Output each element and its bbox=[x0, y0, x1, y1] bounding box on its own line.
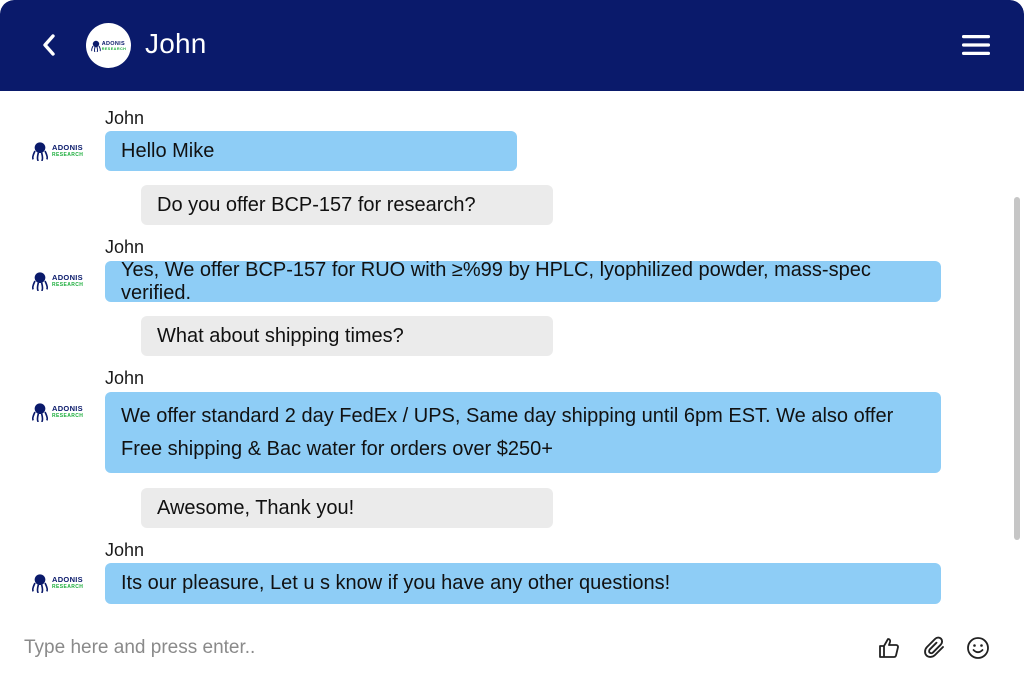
logo-word: ADONIS bbox=[52, 143, 83, 152]
logo-sub: RESEARCH bbox=[52, 152, 84, 158]
logo-sub: RESEARCH bbox=[101, 46, 127, 51]
sender-name: John bbox=[105, 108, 145, 128]
menu-button[interactable] bbox=[958, 30, 994, 60]
incoming-message: Its our pleasure, Let u s know if you ha… bbox=[105, 563, 941, 604]
incoming-message: We offer standard 2 day FedEx / UPS, Sam… bbox=[105, 392, 941, 473]
logo-sub: RESEARCH bbox=[52, 282, 84, 288]
octopus-logo-icon bbox=[31, 403, 49, 422]
company-logo: ADONIS RESEARCH bbox=[90, 40, 127, 52]
chevron-left-icon bbox=[43, 34, 55, 56]
message-list[interactable]: John ADONIS RESEARCH Hello Mike Do you o… bbox=[0, 91, 1024, 621]
logo-word: ADONIS bbox=[52, 273, 83, 282]
logo-word: ADONIS bbox=[52, 575, 83, 584]
sender-name: John bbox=[105, 368, 145, 388]
outgoing-message: Awesome, Thank you! bbox=[141, 488, 553, 528]
message-text: Its our pleasure, Let u s know if you ha… bbox=[121, 572, 671, 594]
message-text: Free shipping & Bac water for orders ove… bbox=[121, 437, 553, 460]
octopus-logo-icon bbox=[90, 40, 101, 52]
scrollbar[interactable] bbox=[1014, 197, 1020, 540]
message-text: Do you offer BCP-157 for research? bbox=[157, 193, 476, 216]
message-input[interactable] bbox=[24, 633, 844, 663]
chat-window: ADONIS RESEARCH John John ADONIS RESEARC… bbox=[0, 0, 1024, 683]
message-text: Awesome, Thank you! bbox=[157, 496, 355, 519]
message-text: Hello Mike bbox=[121, 139, 215, 162]
back-button[interactable] bbox=[32, 26, 66, 64]
logo-sub: RESEARCH bbox=[52, 584, 84, 590]
logo-word: ADONIS bbox=[52, 404, 83, 413]
octopus-logo-icon bbox=[31, 574, 49, 593]
attach-button[interactable] bbox=[922, 635, 948, 661]
sender-logo: ADONIS RESEARCH bbox=[30, 271, 90, 291]
emoji-button[interactable] bbox=[965, 635, 991, 661]
message-text: What about shipping times? bbox=[157, 324, 404, 347]
avatar[interactable]: ADONIS RESEARCH bbox=[86, 23, 131, 68]
message-text: Yes, We offer BCP-157 for RUO with ≥%99 … bbox=[121, 258, 871, 304]
octopus-logo-icon bbox=[31, 272, 49, 291]
hamburger-menu-icon bbox=[962, 35, 990, 55]
sender-name: John bbox=[105, 237, 145, 257]
logo-sub: RESEARCH bbox=[52, 413, 84, 419]
like-button[interactable] bbox=[876, 635, 902, 661]
message-text: We offer standard 2 day FedEx / UPS, Sam… bbox=[121, 404, 894, 427]
incoming-message: Yes, We offer BCP-157 for RUO with ≥%99 … bbox=[105, 258, 941, 304]
thumbs-up-icon bbox=[879, 638, 899, 658]
chat-header: ADONIS RESEARCH John bbox=[0, 0, 1024, 91]
sender-logo: ADONIS RESEARCH bbox=[30, 141, 90, 161]
outgoing-message: Do you offer BCP-157 for research? bbox=[141, 185, 553, 225]
incoming-message: Hello Mike bbox=[105, 131, 517, 171]
message-composer bbox=[0, 621, 1024, 683]
sender-name: John bbox=[105, 540, 145, 560]
outgoing-message: What about shipping times? bbox=[141, 316, 553, 356]
octopus-logo-icon bbox=[31, 142, 49, 161]
page-title: John bbox=[145, 28, 207, 59]
smiley-icon bbox=[967, 637, 989, 659]
sender-logo: ADONIS RESEARCH bbox=[30, 573, 90, 593]
paperclip-icon bbox=[924, 636, 944, 658]
sender-logo: ADONIS RESEARCH bbox=[30, 402, 90, 422]
